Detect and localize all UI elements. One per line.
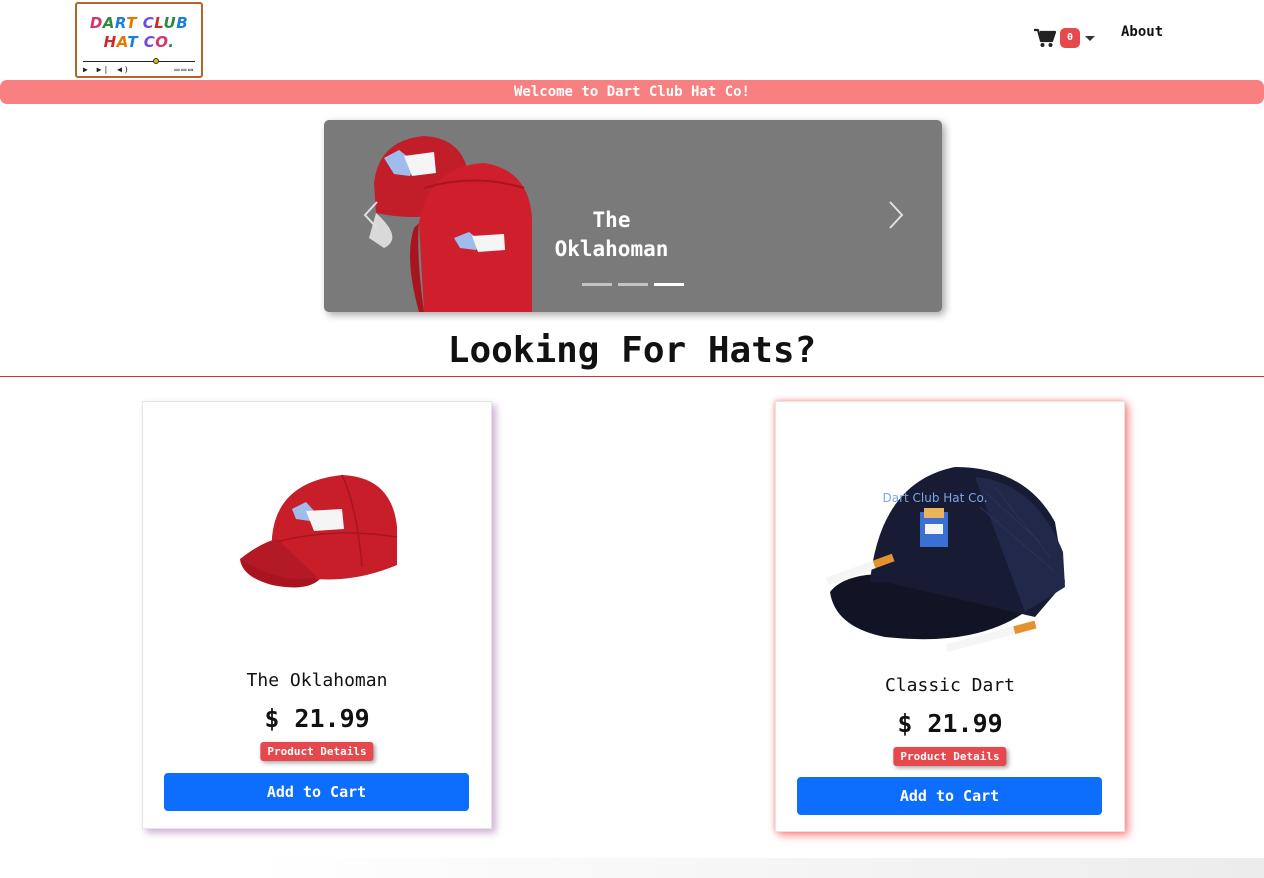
add-to-cart-button[interactable]: Add to Cart <box>164 773 469 811</box>
carousel-indicator-2[interactable] <box>618 283 648 286</box>
carousel-indicators <box>582 283 684 286</box>
logo-window-controls-icon: ▭▭▭ <box>174 65 195 74</box>
carousel-indicator-3[interactable] <box>654 283 684 286</box>
heading-divider <box>0 376 1264 377</box>
caret-down-icon <box>1085 35 1096 41</box>
product-details-button[interactable]: Product Details <box>260 742 374 761</box>
brand-logo[interactable]: DART CLUB HAT CO. ▶ ▶| ◀) ▭▭▭ <box>75 2 203 78</box>
add-to-cart-button[interactable]: Add to Cart <box>797 777 1102 815</box>
logo-progress-bar <box>83 61 195 62</box>
product-price: $ 21.99 <box>897 709 1003 738</box>
product-title: Classic Dart <box>884 675 1016 696</box>
page-heading: Looking For Hats? <box>447 330 817 371</box>
svg-text:Dart Club Hat Co.: Dart Club Hat Co. <box>882 491 987 505</box>
cart-dropdown[interactable]: 0 <box>1034 28 1096 48</box>
product-image-classic-dart: Dart Club Hat Co. <box>826 467 1065 653</box>
chevron-right-icon <box>889 201 904 229</box>
product-image-oklahoman <box>240 474 398 588</box>
carousel-caption-line1: The <box>592 208 631 232</box>
carousel-indicator-1[interactable] <box>582 283 612 286</box>
product-card: The Oklahoman $ 21.99 Product Details Ad… <box>142 401 492 829</box>
product-title: The Oklahoman <box>246 670 388 691</box>
nav-about-link[interactable]: About <box>1121 24 1163 40</box>
shopping-cart-icon <box>1034 28 1056 48</box>
product-card: Dart Club Hat Co. Classic Dart $ 21.99 P… <box>775 401 1125 832</box>
carousel-caption-line2: Oklahoman <box>554 237 669 261</box>
product-price: $ 21.99 <box>264 704 370 733</box>
carousel-hat-image <box>369 136 532 312</box>
chevron-left-icon <box>363 201 378 229</box>
logo-text-line1: DART CLUB <box>89 14 189 32</box>
logo-text-line2: HAT CO. <box>103 33 175 51</box>
hero-carousel: The Oklahoman <box>324 120 942 312</box>
cart-count-badge: 0 <box>1060 28 1081 48</box>
embroidery-text: Dart Club Hat Co. <box>882 491 987 505</box>
product-details-button[interactable]: Product Details <box>893 747 1007 766</box>
carousel-next-button[interactable] <box>886 200 906 230</box>
logo-play-controls-icon: ▶ ▶| ◀) <box>83 65 131 74</box>
carousel-caption: The Oklahoman <box>544 206 679 264</box>
carousel-prev-button[interactable] <box>361 200 381 230</box>
navbar: DART CLUB HAT CO. ▶ ▶| ◀) ▭▭▭ 0 About <box>0 0 1264 80</box>
welcome-banner: Welcome to Dart Club Hat Co! <box>0 80 1264 104</box>
logo-progress-knob <box>153 58 159 64</box>
footer-edge <box>0 858 1264 878</box>
